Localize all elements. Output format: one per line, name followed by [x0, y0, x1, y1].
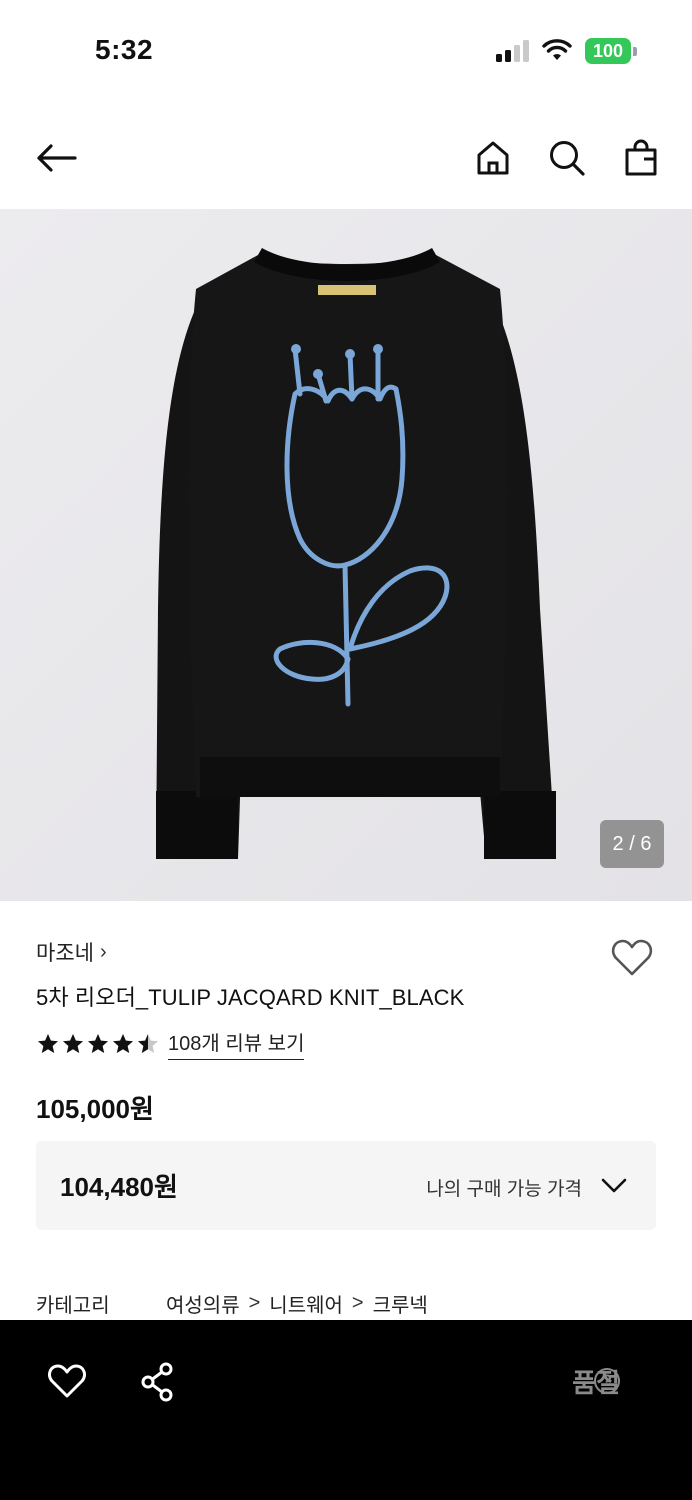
- help-icon[interactable]: ?: [594, 1368, 620, 1394]
- star-icon: [138, 1033, 158, 1053]
- search-button[interactable]: [545, 136, 589, 180]
- back-button[interactable]: [34, 136, 78, 180]
- battery-icon: 100: [585, 38, 637, 64]
- my-price-label: 나의 구매 가능 가격: [426, 1179, 582, 1200]
- star-icon: [113, 1033, 133, 1053]
- category-level-2[interactable]: 니트웨어: [269, 1289, 343, 1318]
- top-nav: [0, 110, 692, 206]
- category-level-1[interactable]: 여성의류: [166, 1289, 240, 1318]
- review-link[interactable]: 108개 리뷰 보기: [168, 1027, 305, 1060]
- star-icon: [63, 1033, 83, 1053]
- category-level-3[interactable]: 크루넥: [373, 1289, 428, 1318]
- star-icon: [88, 1033, 108, 1053]
- product-photo-sweater: [0, 209, 692, 901]
- arrow-left-icon: [37, 144, 77, 172]
- home-icon: [477, 141, 509, 175]
- search-icon: [550, 141, 585, 176]
- bottom-wishlist-button[interactable]: [45, 1360, 89, 1404]
- brand-link[interactable]: 마조네 ›: [36, 937, 107, 967]
- breadcrumb-separator: >: [248, 1292, 261, 1314]
- product-title: 5차 리오더_TULIP JACQARD KNIT_BLACK: [36, 985, 465, 1010]
- my-price-value: 104,480원: [60, 1172, 178, 1202]
- product-image-gallery[interactable]: 2 / 6: [0, 209, 692, 901]
- product-price: 105,000원: [36, 1094, 154, 1124]
- cellular-signal-icon: [496, 40, 529, 62]
- share-icon: [141, 1362, 173, 1402]
- bottom-action-bar: [0, 1320, 692, 1500]
- rating-stars: [36, 1032, 160, 1056]
- my-price-dropdown[interactable]: 104,480원 나의 구매 가능 가격: [36, 1141, 656, 1230]
- home-button[interactable]: [471, 136, 515, 180]
- cart-button[interactable]: [619, 136, 663, 180]
- rating-row: 108개 리뷰 보기: [36, 1027, 305, 1060]
- breadcrumb-separator: >: [351, 1292, 364, 1314]
- wishlist-button[interactable]: [610, 936, 654, 980]
- status-time: 5:32: [95, 34, 154, 65]
- wifi-icon: [542, 39, 572, 60]
- heart-icon: [48, 1364, 86, 1398]
- brand-name: 마조네: [36, 942, 94, 965]
- heart-icon: [611, 939, 653, 976]
- shopping-bag-icon: [625, 139, 657, 176]
- image-counter: 2 / 6: [600, 820, 664, 868]
- status-bar: 5:32 100: [0, 0, 692, 100]
- category-label: 카테고리: [36, 1295, 110, 1317]
- star-icon: [38, 1033, 58, 1053]
- chevron-right-icon: ›: [99, 940, 107, 963]
- category-breadcrumb: 카테고리 여성의류 > 니트웨어 > 크루넥: [36, 1289, 428, 1318]
- battery-level: 100: [592, 41, 624, 61]
- chevron-down-icon: [601, 1178, 627, 1193]
- share-button[interactable]: [136, 1360, 180, 1404]
